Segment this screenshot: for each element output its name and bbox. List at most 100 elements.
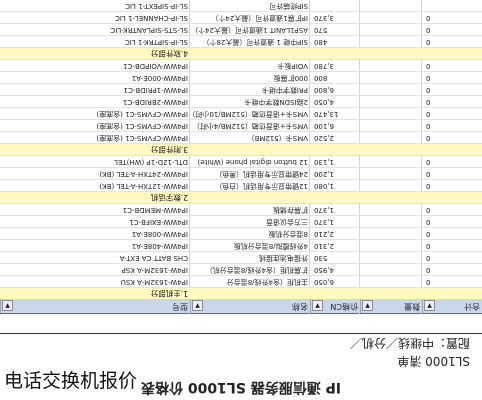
cell-name: 扩展机柜（含4外线/8混合分机） [205,266,308,274]
table-row: IP4WW-CFVMS-C1 (含底座) VMS卡+语音信箱（512MB/4小时）… [0,119,482,131]
table-row: SL-IP-SIPTRK-1 LIC SIP中继 1 通道许可（最大28个） 480… [0,35,482,47]
cell-qty [364,108,422,119]
table-row: SL-STS-SIPLANTRK-LIC ASP1LANIT 1通道许可（最大24… [0,23,482,35]
cell-sum: 0 [426,158,431,166]
cell-price: 6,800 [314,86,335,94]
cell-sum [424,0,482,11]
filter-dropdown-icon[interactable]: ▼ [424,300,435,311]
section-row: 4.软件部分 [0,47,482,59]
sheet-subtitle: SL1000 清单 [397,354,470,368]
cell-price: 1,370 [314,206,335,214]
cell-sum: 0 [426,14,431,22]
cell-qty [364,24,422,35]
cell-model: DTL-12D-1P (WH)TEL [114,158,188,166]
cell-model: IP4WW-2BRIDB-C1 [122,98,188,106]
filter-dropdown-icon[interactable]: ▼ [192,300,203,311]
section-title: 1.主机部分 [150,289,188,298]
cell-name: 2路ISDN数字中继卡 [244,98,308,106]
screenshot: IP 通信服务器 SL1000 价格表 SL1000 清单 配置：中继线／分机／… [0,0,482,400]
cell-qty [364,84,422,95]
cell-sum: 0 [426,26,431,34]
cell-name: 外接电池连接线 [259,254,308,262]
cell-sum: 0 [426,254,431,262]
cell-price: 1,080 [314,182,335,190]
cell-sum: 0 [426,98,431,106]
cell-sum: 0 [426,74,431,82]
cell-price: 2,310 [314,242,335,250]
header-name[interactable]: 名称 ▼ [190,299,310,313]
filter-dropdown-icon[interactable]: ▼ [362,300,373,311]
cell-name: SIP中继 1 通道许可（最大28个） [202,38,308,46]
cell-model: IP4WW-MEMDB-C1 [122,206,188,214]
cell-model: CHS BATT CA EXT-A [119,254,188,262]
table-row: IP4WW-008E-A1 8混合分机板 2,210 0 [0,227,482,239]
cell-model: SL-STS-SIPLANTRK-LIC [110,26,188,34]
cell-name: 8混合分机板 [268,230,308,238]
cell-name: IP扩展1通道许可（最大24个） [211,14,308,22]
cell-model: IP4WW-1PRIDB-C1 [123,86,189,94]
cell-sum: 0 [426,218,431,226]
cell-price: 530 [314,254,328,262]
cell-model: IP4WW-CFVMS-C1 (含底座) [96,134,188,142]
cell-model: IP4WW-EXIFB-C1 [129,218,188,226]
cell-qty [364,12,422,23]
cell-qty [364,120,422,131]
table-row: IP4WW-EXIFB-C1 三方会议语音 1,370 0 [0,215,482,227]
cell-qty [364,96,422,107]
table-row: DTL-12D-1P (WH)TEL 12 button digital phon… [0,155,482,167]
section-row: 3.附件部分 [0,143,482,155]
header-price[interactable]: 价格CN ▼ [310,299,360,313]
cell-price: 1,200 [314,170,335,178]
cell-qty [364,132,422,143]
cell-price: 480 [314,38,328,46]
cell-price: 1,370 [314,218,335,226]
cell-name: PRI数字中继卡 [261,86,308,94]
cell-sum: 0 [426,182,431,190]
cell-name: ASP1LANIT 1通道许可（最大24个） [192,26,308,34]
cell-qty [364,228,422,239]
cell-name: 24键带显示专用话机（黑色） [215,170,308,178]
cell-qty [364,180,422,191]
cell-name: 扩展存储板 [273,206,308,214]
table-row: IP4WW-12TXH-A-TEL (BK) 12键带显示专用话机（白色） 1,08… [0,179,482,191]
cell-name: 主机柜（含4外线/8混合分 [226,278,308,286]
cell-model: IP4WW-VOIPDB-C1 [123,62,188,70]
cell-price: 6,100 [314,122,335,130]
section-title: 3.附件部分 [150,145,188,154]
divider [0,333,482,334]
cell-name: VMS卡（512MB） [247,134,308,142]
table-row: IP4WW-000E-A1 000扩展板 800 0 [0,71,482,83]
cell-sum: 0 [426,62,431,70]
table-row: IP4WW-408E-A1 4外线模拟/8混合分机板 2,310 0 [0,239,482,251]
filter-dropdown-icon[interactable]: ▼ [312,300,323,311]
header-model[interactable]: 型号 ▼ [0,299,190,313]
table-row: IP4W-1632M-A KSP 扩展机柜（含4外线/8混合分机） 4,950 0 [0,263,482,275]
cell-price: 6,050 [314,278,335,286]
cell-model: IP4WW-008E-A1 [131,230,188,238]
cell-model: IP4WW-12TXH-A-TEL (BK) [99,182,188,190]
cell-price: 13,470 [314,110,339,118]
cell-model: SL-IP-SIPTRK-1 LIC [124,38,188,46]
cell-sum: 0 [426,134,431,142]
cell-model: IP4W-1632M-A KSP [121,266,188,274]
cell-qty [364,276,422,287]
table-row: IP4WW-CFVMS-C1 (含底座) VMS卡+语音信箱（512MB/10小时… [0,107,482,119]
cell-sum: 0 [426,170,431,178]
section-title: 2.数字话机 [150,193,188,202]
cell-name: 三方会议语音 [266,218,308,226]
cell-price: 4,050 [314,98,335,106]
cell-model: IP4WW-000E-A1 [131,74,188,82]
cell-qty [364,204,422,215]
header-sum[interactable]: 合计 ▼ [422,299,482,313]
cell-qty [364,72,422,83]
cell-model: IP4WW-CFVMS-C1 (含底座) [96,110,188,118]
table-row: IP4WW-CFVMS-C1 (含底座) VMS卡（512MB） 2,520 0 [0,131,482,143]
table-row: IP4WW-MEMDB-C1 扩展存储板 1,370 0 [0,203,482,215]
filter-dropdown-icon[interactable]: ▼ [2,300,13,311]
section-row: 2.数字话机 [0,191,482,203]
caption-text: 电话交换机报价 [4,370,138,392]
cell-qty [364,252,422,263]
cell-name: 12 button digital phone (White) [197,158,308,166]
table-row: SL-IP-SIPEXT-1 LIC SIP终端许可 [0,0,482,11]
header-qty[interactable]: 数量 ▼ [360,299,422,313]
